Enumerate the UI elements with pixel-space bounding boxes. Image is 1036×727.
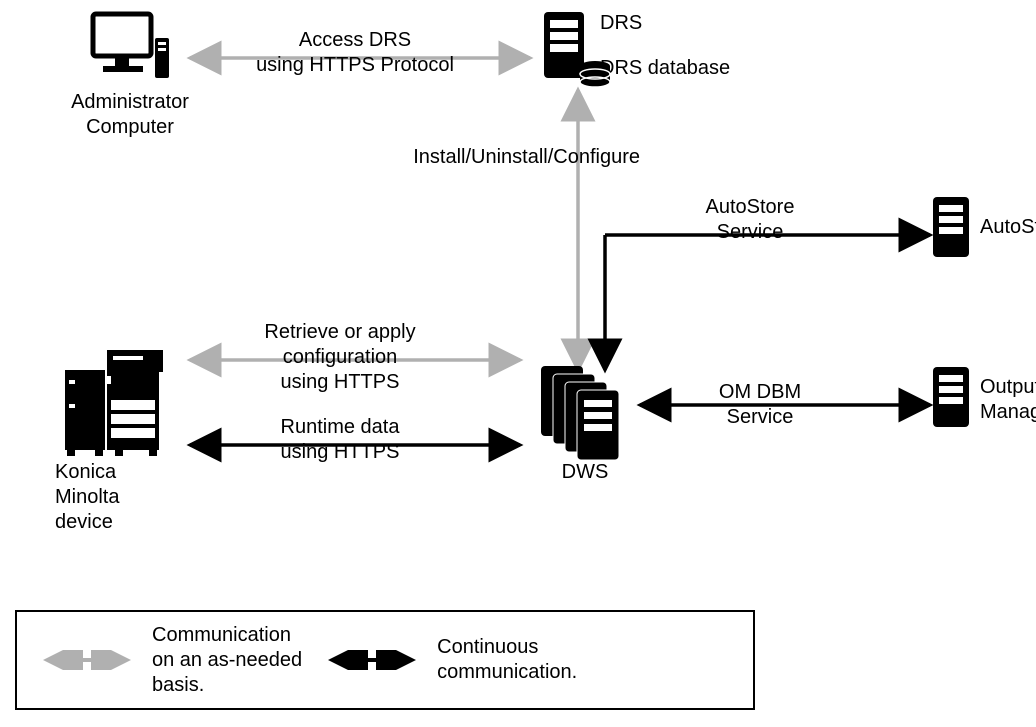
dws-label: DWS [525,460,645,485]
edge-label-access-drs-1: Access DRS [230,28,480,53]
konica-label-3: device [55,510,185,535]
server-stack-icon [525,360,645,460]
edge-label-install-text: Install/Uninstall/Configure [413,146,640,168]
output-manager-label-group: Output Manager [980,375,1036,425]
edge-label-runtime: Runtime data using HTTPS [215,415,465,465]
autostore-label: AutoStore [980,215,1036,240]
server-icon [930,195,974,261]
legend-gray-line3: basis. [152,673,302,698]
legend-item-gray: Communication on an as-needed basis. [37,623,302,698]
drs-db-label: DRS database [600,56,730,81]
edge-label-access-drs: Access DRS using HTTPS Protocol [230,28,480,78]
omdbm-line1: OM DBM [680,380,840,405]
legend-gray-line2: on an as-needed [152,648,302,673]
runtime-line1: Runtime data [215,415,465,440]
admin-computer-label-1: Administrator [60,90,200,115]
konica-label-2: Minolta [55,485,185,510]
node-dws: DWS [525,360,645,485]
omdbm-line2: Service [680,405,840,430]
database-icon [578,60,612,90]
drs-label: DRS [600,11,730,36]
edge-label-autostore-service: AutoStore Service [660,195,840,245]
computer-icon [60,10,200,90]
retrieve-line1: Retrieve or apply [215,320,465,345]
double-arrow-gray-icon [37,650,137,670]
legend-gray-line1: Communication [152,623,302,648]
node-admin-computer: Administrator Computer [60,10,200,140]
legend-box: Communication on an as-needed basis. Con… [15,610,755,710]
edge-label-access-drs-2: using HTTPS Protocol [230,53,480,78]
runtime-line2: using HTTPS [215,440,465,465]
legend-item-black: Continuous communication. [322,635,577,685]
edge-label-omdbm: OM DBM Service [680,380,840,430]
output-manager-label-1: Output [980,375,1036,400]
double-arrow-black-icon [322,650,422,670]
konica-label-1: Konica [55,460,185,485]
admin-computer-label-2: Computer [60,115,200,140]
retrieve-line3: using HTTPS [215,370,465,395]
edge-label-retrieve: Retrieve or apply configuration using HT… [215,320,465,395]
autostore-service-line2: Service [660,220,840,245]
legend-black-line2: communication. [437,660,577,685]
retrieve-line2: configuration [215,345,465,370]
edge-label-install: Install/Uninstall/Configure [360,145,640,170]
node-drs: DRS DRS database [540,10,740,82]
node-konica: Konica Minolta device [45,330,185,535]
legend-black-line1: Continuous [437,635,577,660]
printer-mfp-icon [45,330,185,460]
output-manager-label-2: Manager [980,400,1036,425]
autostore-service-line1: AutoStore [660,195,840,220]
